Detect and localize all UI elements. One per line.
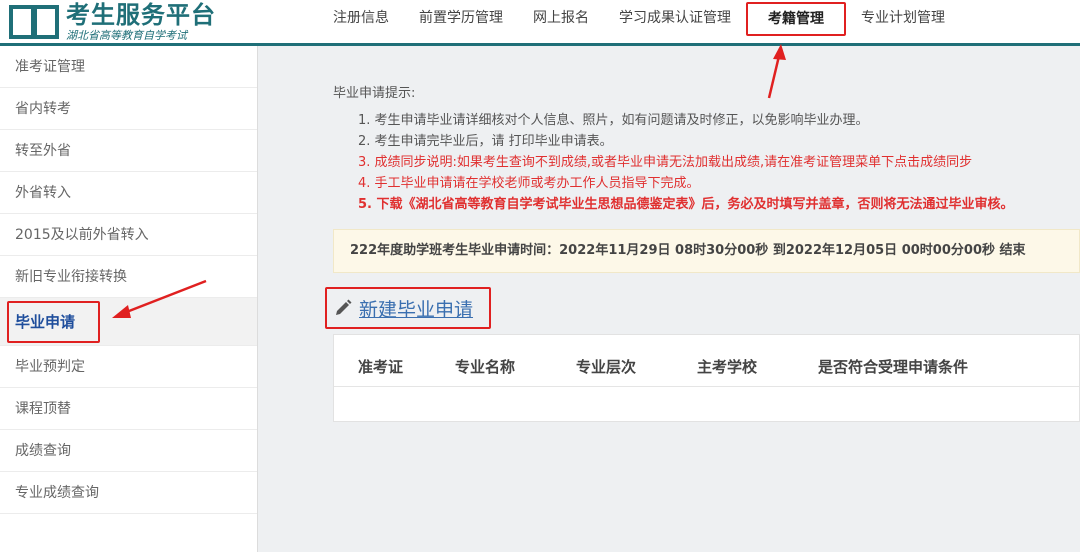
top-nav: 注册信息 前置学历管理 网上报名 学习成果认证管理 考籍管理 专业计划管理 — [318, 0, 960, 44]
app-subtitle: 湖北省高等教育自学考试 — [66, 29, 187, 42]
sidebar-item-graduation-precheck[interactable]: 毕业预判定 — [0, 346, 257, 388]
app-title: 考生服务平台 — [66, 1, 216, 29]
nav-item-online-signup[interactable]: 网上报名 — [518, 0, 604, 36]
column-header-eligibility: 是否符合受理申请条件 — [818, 358, 969, 376]
sidebar: 准考证管理 省内转考 转至外省 外省转入 2015及以前外省转入 新旧专业衔接转… — [0, 46, 258, 552]
tip-item: 2. 考生申请完毕业后，请 打印毕业申请表。 — [358, 134, 613, 149]
tips-title: 毕业申请提示: — [333, 86, 416, 101]
sidebar-item-transfer-out[interactable]: 转至外省 — [0, 130, 257, 172]
annotation-box — [7, 301, 100, 343]
application-period-notice: 222年度助学班考生毕业申请时间：2022年11月29日 08时30分00秒 到… — [333, 229, 1080, 273]
column-header-ticket: 准考证 — [358, 358, 404, 376]
sidebar-item-major-conversion[interactable]: 新旧专业衔接转换 — [0, 256, 257, 298]
table-header-row: 准考证 专业名称 专业层次 主考学校 是否符合受理申请条件 — [334, 347, 1079, 387]
tips-list: 1. 考生申请毕业请详细核对个人信息、照片，如有问题请及时修正，以免影响毕业办理… — [358, 110, 1014, 215]
sidebar-item-graduation-application[interactable]: 毕业申请 — [0, 298, 257, 346]
column-header-school: 主考学校 — [697, 358, 758, 376]
sidebar-item-transfer-in-province[interactable]: 省内转考 — [0, 88, 257, 130]
nav-item-exam-records[interactable]: 考籍管理 — [746, 2, 846, 36]
nav-item-registration[interactable]: 注册信息 — [318, 0, 404, 36]
tip-item-warning: 4. 手工毕业申请请在学校老师或考办工作人员指导下完成。 — [358, 176, 700, 191]
tip-item: 1. 考生申请毕业请详细核对个人信息、照片，如有问题请及时修正，以免影响毕业办理… — [358, 113, 869, 128]
sidebar-item-major-score-query[interactable]: 专业成绩查询 — [0, 472, 257, 514]
pencil-icon — [336, 299, 352, 315]
top-header: 考生服务平台 湖北省高等教育自学考试 注册信息 前置学历管理 网上报名 学习成果… — [0, 0, 1080, 46]
book-logo-icon — [9, 5, 59, 39]
sidebar-item-legacy-transfer-in[interactable]: 2015及以前外省转入 — [0, 214, 257, 256]
tip-item-warning-bold: 5. 下载《湖北省高等教育自学考试毕业生思想品德鉴定表》后，务必及时填写并盖章，… — [358, 197, 1014, 212]
application-table: 准考证 专业名称 专业层次 主考学校 是否符合受理申请条件 — [333, 334, 1080, 422]
new-link-label: 新建毕业申请 — [359, 298, 474, 321]
tip-item-warning: 3. 成绩同步说明:如果考生查询不到成绩,或者毕业申请无法加载出成绩,请在准考证… — [358, 155, 973, 170]
nav-item-major-plan[interactable]: 专业计划管理 — [846, 0, 960, 36]
nav-item-learning-credit[interactable]: 学习成果认证管理 — [604, 0, 746, 36]
logo: 考生服务平台 湖北省高等教育自学考试 — [8, 0, 216, 44]
new-graduation-application-link[interactable]: 新建毕业申请 — [325, 287, 491, 329]
main-content: 毕业申请提示: 1. 考生申请毕业请详细核对个人信息、照片，如有问题请及时修正，… — [258, 46, 1080, 552]
sidebar-item-admission-ticket[interactable]: 准考证管理 — [0, 46, 257, 88]
column-header-major-level: 专业层次 — [576, 358, 637, 376]
sidebar-item-score-query[interactable]: 成绩查询 — [0, 430, 257, 472]
nav-item-prior-education[interactable]: 前置学历管理 — [404, 0, 518, 36]
sidebar-item-transfer-in[interactable]: 外省转入 — [0, 172, 257, 214]
sidebar-item-course-substitution[interactable]: 课程顶替 — [0, 388, 257, 430]
column-header-major-name: 专业名称 — [455, 358, 516, 376]
